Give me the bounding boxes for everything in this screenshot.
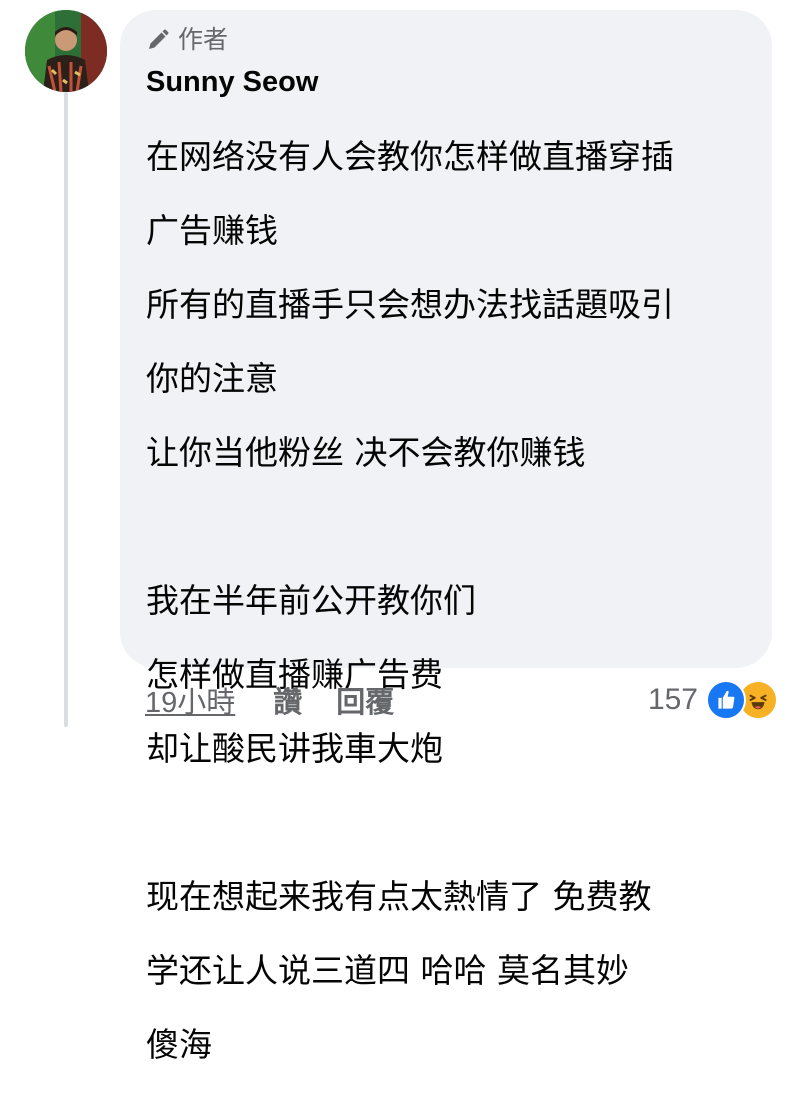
reaction-count[interactable]: 157: [648, 683, 698, 717]
comment-line-blank: [146, 508, 772, 545]
comment-actions: 19小時 讚 回覆: [145, 680, 394, 720]
comment-line: 学还让人说三道四 哈哈 莫名其妙: [146, 951, 629, 990]
comment-line: 所有的直播手只会想办法找話題吸引: [146, 285, 674, 324]
thread-line: [64, 92, 68, 727]
comment-line: 让你当他粉丝 决不会教你赚钱: [146, 433, 586, 472]
reactions-summary[interactable]: 157: [648, 678, 778, 722]
comment-line: 广告赚钱: [146, 211, 278, 250]
comment-line: 你的注意: [146, 359, 278, 398]
reply-button[interactable]: 回覆: [336, 679, 394, 721]
comment-line: 我在半年前公开教你们: [146, 581, 476, 620]
avatar[interactable]: [25, 10, 107, 92]
avatar-image: [25, 10, 107, 92]
comment-line: 却让酸民讲我車大炮: [146, 729, 443, 768]
comment-line-blank: [146, 804, 772, 841]
author-badge: 作者: [146, 24, 772, 56]
comment-text: 在网络没有人会教你怎样做直播穿插 广告赚钱 所有的直播手只会想办法找話題吸引 你…: [146, 101, 772, 1100]
comment-bubble: 作者 Sunny Seow 在网络没有人会教你怎样做直播穿插 广告赚钱 所有的直…: [120, 10, 772, 1063]
pencil-icon: [149, 29, 169, 49]
author-name[interactable]: Sunny Seow: [146, 64, 772, 100]
like-icon: [706, 680, 746, 720]
author-badge-label: 作者: [178, 26, 229, 54]
like-button[interactable]: 讚: [273, 679, 302, 721]
comment-line: 傻海: [146, 1025, 212, 1064]
timestamp-link[interactable]: 19小時: [145, 679, 235, 721]
comment-line: 在网络没有人会教你怎样做直播穿插: [146, 137, 674, 176]
comment-line: 现在想起来我有点太熱情了 免费教: [146, 877, 652, 916]
